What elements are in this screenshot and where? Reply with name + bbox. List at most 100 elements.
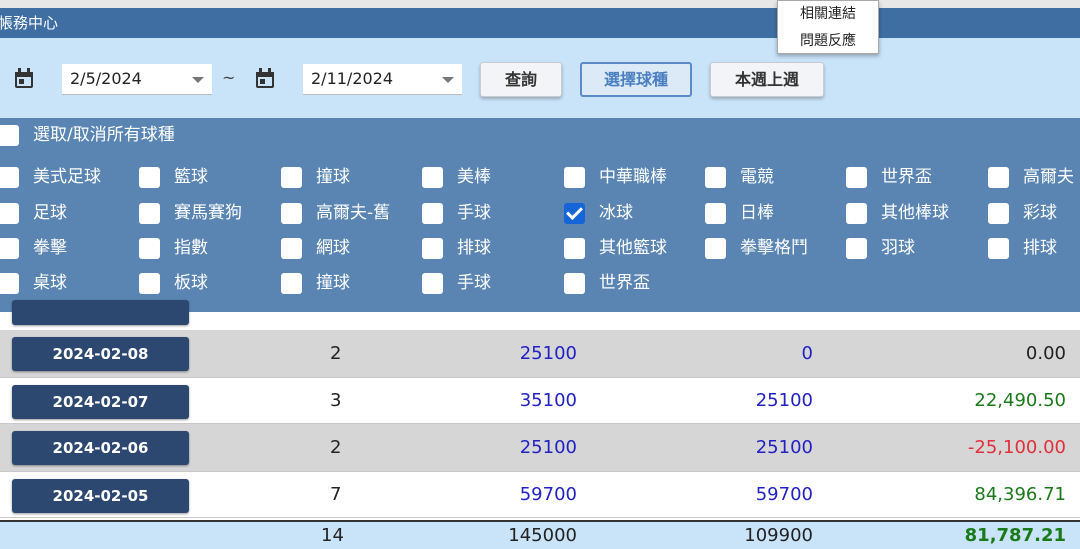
bet-count: 7 <box>330 484 342 505</box>
sport-checkbox[interactable] <box>139 203 160 224</box>
date-button-partial[interactable] <box>12 300 189 325</box>
sport-checkbox[interactable] <box>422 203 443 224</box>
sport-label: 排球 <box>1023 238 1057 258</box>
sport-checkbox[interactable] <box>846 167 867 188</box>
sport-label: 賽馬賽狗 <box>174 203 242 223</box>
sport-checkbox[interactable] <box>0 238 19 259</box>
bet-amount: 35100 <box>519 390 577 411</box>
valid-amount: 59700 <box>755 484 813 505</box>
sport-label: 電競 <box>740 167 774 187</box>
sport-label: 排球 <box>457 238 491 258</box>
start-date-value: 2/5/2024 <box>70 69 142 88</box>
sport-label: 撞球 <box>316 167 350 187</box>
sport-label: 中華職棒 <box>599 167 667 187</box>
sport-label: 高爾夫-舊 <box>316 203 391 223</box>
end-date-select[interactable]: 2/11/2024 <box>303 64 462 95</box>
bet-amount: 59700 <box>519 484 577 505</box>
query-button[interactable]: 查詢 <box>480 62 562 97</box>
sport-checkbox[interactable] <box>564 238 585 259</box>
sport-checkbox[interactable] <box>988 203 1009 224</box>
total-row: 14 145000 109900 81,787.21 <box>0 520 1080 549</box>
total-amount: 145000 <box>508 525 577 546</box>
result-amount: 0.00 <box>1025 343 1066 364</box>
chevron-down-icon <box>442 77 454 83</box>
sport-label: 其他籃球 <box>599 238 667 258</box>
result-amount: -25,100.00 <box>967 437 1066 458</box>
sport-label: 其他棒球 <box>881 203 949 223</box>
chevron-down-icon <box>192 77 204 83</box>
sport-label: 羽球 <box>881 238 915 258</box>
sport-label: 撞球 <box>316 273 350 293</box>
valid-amount: 0 <box>801 343 813 364</box>
select-all-checkbox[interactable] <box>0 125 19 146</box>
date-button[interactable]: 2024-02-05 <box>12 479 189 513</box>
end-date-value: 2/11/2024 <box>311 69 394 88</box>
sport-label: 美棒 <box>457 167 491 187</box>
sport-checkbox[interactable] <box>139 167 160 188</box>
sport-label: 高爾夫 <box>1023 167 1074 187</box>
menu-item-related-links[interactable]: 相關連結 <box>778 3 878 23</box>
table-row: 2024-02-07 3 35100 25100 22,490.50 <box>0 377 1080 424</box>
sport-label: 板球 <box>174 273 208 293</box>
date-button[interactable]: 2024-02-07 <box>12 385 189 419</box>
total-count: 14 <box>321 525 344 546</box>
sport-checkbox[interactable] <box>705 203 726 224</box>
start-calendar-icon[interactable] <box>14 68 34 88</box>
sport-checkbox[interactable] <box>139 238 160 259</box>
bet-amount: 25100 <box>519 343 577 364</box>
sport-label: 手球 <box>457 273 491 293</box>
sport-label: 世界盃 <box>599 273 650 293</box>
sport-checkbox[interactable] <box>846 238 867 259</box>
sport-label: 美式足球 <box>33 167 101 187</box>
bet-amount: 25100 <box>519 437 577 458</box>
sport-checkbox[interactable] <box>988 167 1009 188</box>
title-bar: 帳務中心 <box>0 8 1080 38</box>
select-sport-button[interactable]: 選擇球種 <box>580 62 692 97</box>
date-button[interactable]: 2024-02-06 <box>12 431 189 465</box>
table-row: 2024-02-05 7 59700 59700 84,396.71 <box>0 471 1080 518</box>
menu-item-feedback[interactable]: 問題反應 <box>778 30 878 50</box>
sport-checkbox[interactable] <box>0 273 19 294</box>
sport-checkbox[interactable] <box>705 167 726 188</box>
sport-checkbox[interactable] <box>281 167 302 188</box>
sport-checkbox[interactable] <box>281 273 302 294</box>
sport-label: 網球 <box>316 238 350 258</box>
sport-checkbox[interactable] <box>705 238 726 259</box>
sport-checkbox[interactable] <box>139 273 160 294</box>
sport-label: 世界盃 <box>881 167 932 187</box>
sport-checkbox[interactable] <box>422 273 443 294</box>
sport-label: 彩球 <box>1023 203 1057 223</box>
sport-label: 桌球 <box>33 273 67 293</box>
sport-label: 手球 <box>457 203 491 223</box>
sport-checkbox[interactable] <box>564 167 585 188</box>
start-date-select[interactable]: 2/5/2024 <box>62 64 212 95</box>
sport-checkbox[interactable] <box>988 238 1009 259</box>
dropdown-menu: 相關連結 問題反應 <box>777 0 879 54</box>
sport-checkbox[interactable] <box>564 203 585 224</box>
page-title: 帳務中心 <box>0 14 59 32</box>
sport-checkbox[interactable] <box>846 203 867 224</box>
valid-amount: 25100 <box>755 390 813 411</box>
sport-checkbox[interactable] <box>0 203 19 224</box>
sport-checkbox[interactable] <box>422 238 443 259</box>
result-amount: 84,396.71 <box>974 484 1066 505</box>
total-valid: 109900 <box>744 525 813 546</box>
sport-checkbox[interactable] <box>281 203 302 224</box>
bet-count: 2 <box>330 437 342 458</box>
sport-checkbox[interactable] <box>281 238 302 259</box>
table-row: 2024-02-06 2 25100 25100 -25,100.00 <box>0 424 1080 471</box>
top-strip <box>0 0 1080 8</box>
sport-checkbox[interactable] <box>422 167 443 188</box>
end-calendar-icon[interactable] <box>255 68 275 88</box>
sport-checkbox[interactable] <box>0 167 19 188</box>
date-button[interactable]: 2024-02-08 <box>12 337 189 371</box>
sport-label: 日棒 <box>740 203 774 223</box>
sport-label: 冰球 <box>599 203 633 223</box>
total-result: 81,787.21 <box>964 525 1066 546</box>
sport-checkbox[interactable] <box>564 273 585 294</box>
sport-label: 拳擊 <box>33 238 67 258</box>
sport-label: 指數 <box>174 238 208 258</box>
this-last-week-button[interactable]: 本週上週 <box>710 62 824 97</box>
result-amount: 22,490.50 <box>974 390 1066 411</box>
bet-count: 2 <box>330 343 342 364</box>
